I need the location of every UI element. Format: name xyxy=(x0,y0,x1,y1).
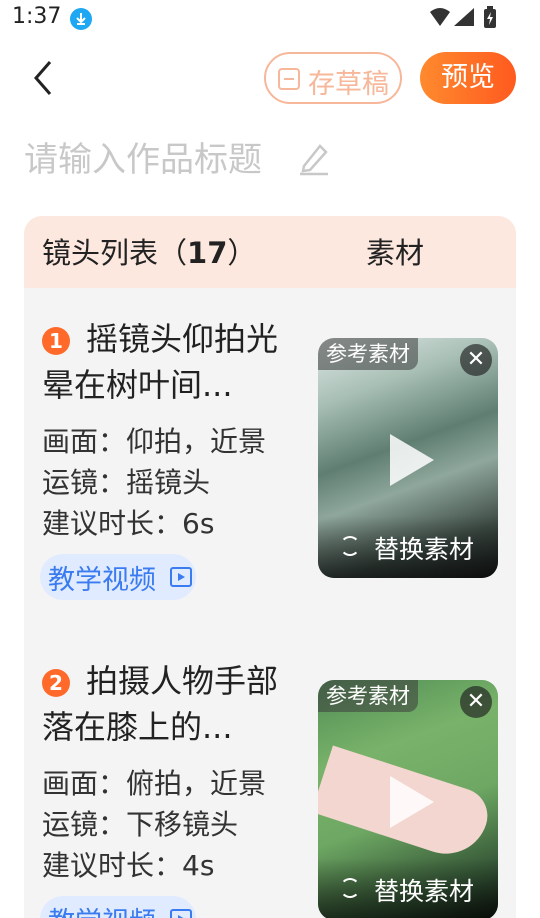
status-bar: 1:37 xyxy=(0,0,540,38)
replace-material-label: 替换素材 xyxy=(374,877,475,906)
material-column-title: 素材 xyxy=(366,236,425,270)
shot-list-card: 镜头列表（17） 素材 1 摇镜头仰拍光晕在树叶间... 画面：仰拍，近景 运镜… xyxy=(24,216,516,918)
close-icon[interactable]: ✕ xyxy=(460,686,492,718)
back-button[interactable] xyxy=(26,58,62,98)
top-bar: 存草稿 预览 xyxy=(0,40,540,116)
reference-thumbnail[interactable]: 参考素材 ✕ 替换素材 xyxy=(318,680,498,918)
play-icon[interactable] xyxy=(390,434,434,486)
tutorial-video-button[interactable]: 教学视频 xyxy=(40,554,196,600)
replace-material-button[interactable]: 替换素材 xyxy=(318,516,498,578)
save-draft-button[interactable]: 存草稿 xyxy=(264,52,402,104)
battery-icon xyxy=(484,6,496,28)
shot-scene: 画面：仰拍，近景 xyxy=(42,425,267,458)
preview-button[interactable]: 预览 xyxy=(420,52,516,104)
close-icon[interactable]: ✕ xyxy=(460,344,492,376)
status-time: 1:37 xyxy=(12,4,62,29)
refresh-icon xyxy=(340,536,360,556)
shot-list-title: 镜头列表（17） xyxy=(42,236,257,270)
shot-duration: 建议时长：4s xyxy=(42,849,215,882)
shot-item[interactable]: 2 拍摄人物手部落在膝上的... 画面：俯拍，近景 运镜：下移镜头 建议时长：4… xyxy=(24,658,516,918)
draft-icon xyxy=(278,68,300,90)
video-icon xyxy=(170,567,192,587)
shot-duration: 建议时长：6s xyxy=(42,507,215,540)
system-icons xyxy=(428,6,504,30)
shot-camera-move: 运镜：下移镜头 xyxy=(42,808,239,841)
wifi-icon xyxy=(430,8,450,26)
play-icon[interactable] xyxy=(390,776,434,828)
shot-count: 17 xyxy=(187,236,228,270)
shot-camera-move: 运镜：摇镜头 xyxy=(42,466,211,499)
video-icon xyxy=(170,909,192,918)
tutorial-video-button[interactable]: 教学视频 xyxy=(40,896,196,918)
shot-title: 拍摄人物手部落在膝上的... xyxy=(42,662,279,746)
replace-material-button[interactable]: 替换素材 xyxy=(318,858,498,918)
shot-title: 摇镜头仰拍光晕在树叶间... xyxy=(42,320,279,404)
download-icon xyxy=(70,8,92,30)
signal-icon xyxy=(454,8,474,26)
replace-material-label: 替换素材 xyxy=(374,535,475,564)
reference-thumbnail[interactable]: 参考素材 ✕ 替换素材 xyxy=(318,338,498,578)
shot-scene: 画面：俯拍，近景 xyxy=(42,767,267,800)
reference-tag: 参考素材 xyxy=(318,338,418,370)
shot-list-header: 镜头列表（17） 素材 xyxy=(24,216,516,288)
back-arrow-icon xyxy=(34,61,52,95)
pencil-icon[interactable] xyxy=(296,140,332,176)
tutorial-video-label: 教学视频 xyxy=(48,900,156,918)
refresh-icon xyxy=(340,878,360,898)
save-draft-label: 存草稿 xyxy=(308,69,389,100)
shot-item[interactable]: 1 摇镜头仰拍光晕在树叶间... 画面：仰拍，近景 运镜：摇镜头 建议时长：6s… xyxy=(24,316,516,606)
reference-tag: 参考素材 xyxy=(318,680,418,712)
tutorial-video-label: 教学视频 xyxy=(48,565,156,596)
